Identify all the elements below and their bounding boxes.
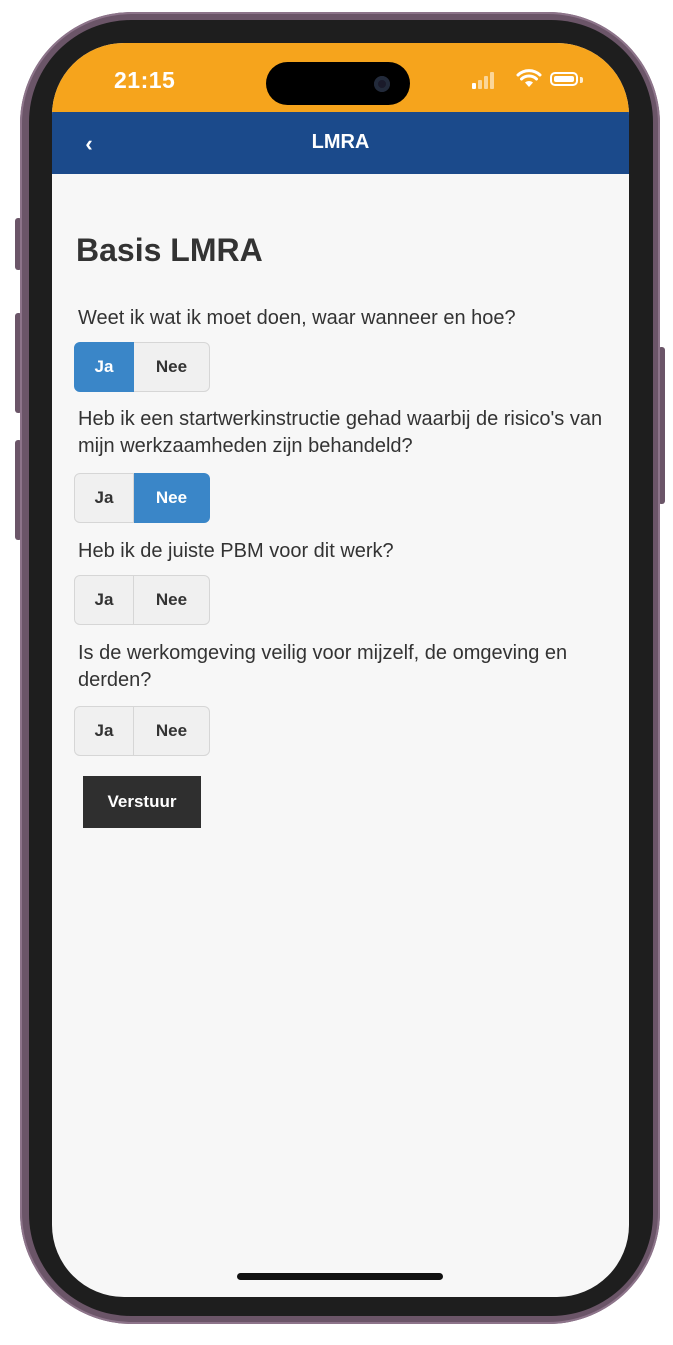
status-time: 21:15 [114, 67, 176, 93]
question-2-nee-option[interactable]: Nee [134, 473, 210, 523]
question-4-ja-option[interactable]: Ja [74, 706, 134, 756]
submit-button[interactable]: Verstuur [83, 776, 201, 828]
camera-icon [374, 76, 390, 92]
page-title: Basis LMRA [76, 232, 263, 268]
question-3-toggle: Ja Nee [74, 575, 210, 627]
question-2-text: Heb ik een startwerkinstructie gehad waa… [78, 408, 603, 457]
question-3-text: Heb ik de juiste PBM voor dit werk? [78, 540, 394, 562]
wifi-icon [516, 69, 542, 87]
home-indicator[interactable] [237, 1273, 443, 1280]
status-icons [472, 69, 592, 91]
question-2-ja-option[interactable]: Ja [74, 473, 134, 523]
question-1-nee-option[interactable]: Nee [134, 342, 210, 392]
nav-title: LMRA [311, 131, 370, 153]
dynamic-island [266, 62, 410, 105]
cellular-signal-icon [472, 71, 502, 89]
battery-tip [580, 77, 583, 83]
battery-icon [550, 72, 578, 86]
question-2-toggle: Ja Nee [74, 473, 210, 525]
question-4-toggle: Ja Nee [74, 706, 210, 758]
question-3-ja-option[interactable]: Ja [74, 575, 134, 625]
status-bar: 21:15 [52, 43, 629, 112]
main-content: Basis LMRA Weet ik wat ik moet doen, waa… [52, 174, 629, 1297]
question-1-text: Weet ik wat ik moet doen, waar wanneer e… [78, 307, 516, 329]
question-4-nee-option[interactable]: Nee [134, 706, 210, 756]
question-4-text: Is de werkomgeving veilig voor mijzelf, … [78, 642, 568, 691]
question-1-toggle: Ja Nee [74, 342, 210, 394]
question-1-ja-option[interactable]: Ja [74, 342, 134, 392]
navigation-bar: ‹ LMRA [52, 112, 629, 174]
phone-screen: 21:15 ‹ LMRA Basis LMRA Weet ik wat ik m… [52, 43, 629, 1297]
question-3-nee-option[interactable]: Nee [134, 575, 210, 625]
